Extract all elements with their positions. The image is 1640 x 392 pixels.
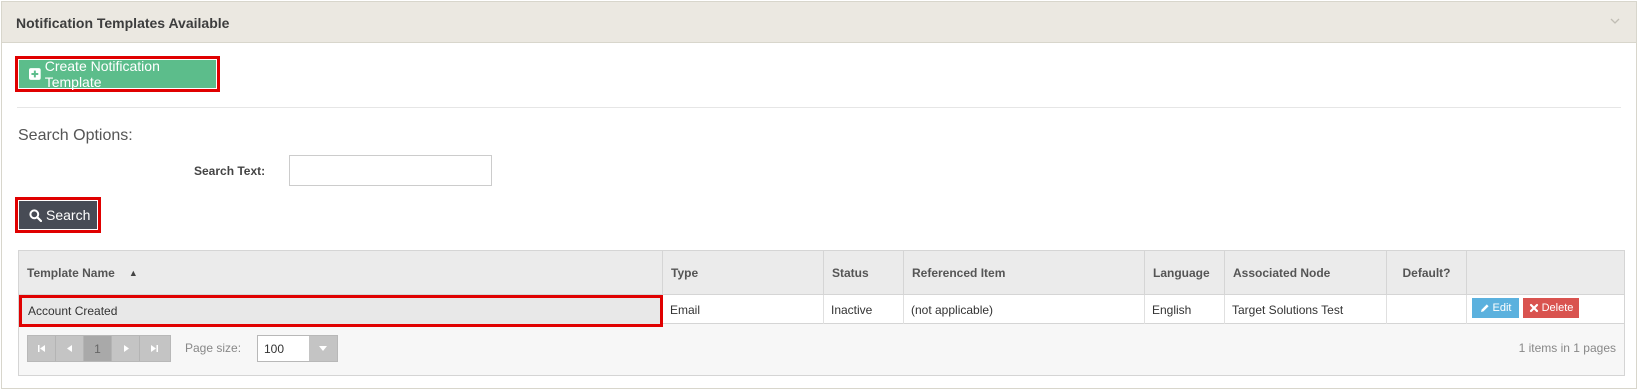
panel-title: Notification Templates Available — [16, 15, 230, 31]
page-size-select[interactable]: 100 — [257, 335, 338, 362]
column-header-default[interactable]: Default? — [1387, 251, 1467, 295]
search-text-input[interactable] — [289, 155, 492, 186]
first-page-button[interactable] — [28, 336, 56, 361]
search-icon — [29, 208, 42, 222]
delete-button[interactable]: Delete — [1523, 298, 1579, 318]
last-page-button[interactable] — [140, 336, 168, 361]
create-button-label: Create Notification Template — [44, 58, 160, 90]
last-page-icon — [151, 345, 158, 352]
search-text-label: Search Text: — [194, 164, 266, 178]
dropdown-arrow-icon[interactable] — [309, 336, 337, 361]
pager-info: 1 items in 1 pages — [1518, 341, 1616, 355]
delete-button-label: Delete — [1541, 302, 1574, 314]
edit-button[interactable]: Edit — [1472, 298, 1519, 318]
panel-header: Notification Templates Available — [2, 2, 1636, 43]
cell-referenced-item: (not applicable) — [904, 295, 1145, 324]
create-button-highlight: Create Notification Template — [15, 56, 220, 92]
column-header-referenced-item[interactable]: Referenced Item — [904, 251, 1145, 295]
first-page-icon — [37, 345, 45, 352]
column-header-status[interactable]: Status — [824, 251, 904, 295]
page-size-value: 100 — [264, 341, 285, 356]
next-page-icon — [123, 345, 129, 352]
chevron-down-icon[interactable] — [1608, 14, 1622, 28]
cell-status: Inactive — [824, 295, 904, 324]
pencil-icon — [1480, 304, 1489, 312]
notification-templates-panel: Notification Templates Available Create … — [1, 1, 1637, 389]
previous-page-button[interactable] — [56, 336, 84, 361]
column-header-language[interactable]: Language — [1145, 251, 1225, 295]
column-header-actions — [1467, 251, 1626, 295]
next-page-button[interactable] — [112, 336, 140, 361]
cell-type: Email — [663, 295, 824, 324]
search-options-heading: Search Options: — [18, 127, 133, 144]
search-button-label: Search — [46, 207, 91, 223]
plus-square-icon — [29, 68, 41, 80]
cell-associated-node: Target Solutions Test — [1225, 295, 1387, 324]
pager-controls: 1 — [27, 335, 171, 362]
template-name-text: Account Created — [28, 304, 118, 318]
cell-template-name[interactable]: Account Created — [19, 295, 663, 327]
templates-grid: Template Name ▲ Type Status Referenced I… — [18, 250, 1625, 376]
previous-page-icon — [66, 345, 72, 352]
edit-button-label: Edit — [1492, 302, 1512, 314]
create-notification-template-button[interactable]: Create Notification Template — [19, 58, 216, 90]
close-icon — [1529, 303, 1538, 313]
column-header-associated-node[interactable]: Associated Node — [1225, 251, 1387, 295]
sort-ascending-icon: ▲ — [128, 268, 138, 278]
divider — [17, 107, 1621, 108]
current-page-number[interactable]: 1 — [84, 336, 112, 361]
cell-language: English — [1145, 295, 1225, 324]
column-header-type[interactable]: Type — [663, 251, 824, 295]
search-button-highlight: Search — [15, 197, 101, 233]
page-size-label: Page size: — [185, 341, 242, 355]
cell-default — [1387, 295, 1467, 324]
column-header-template-name[interactable]: Template Name ▲ — [19, 251, 663, 295]
grid-header: Template Name ▲ Type Status Referenced I… — [19, 251, 1624, 295]
search-button[interactable]: Search — [19, 201, 97, 229]
